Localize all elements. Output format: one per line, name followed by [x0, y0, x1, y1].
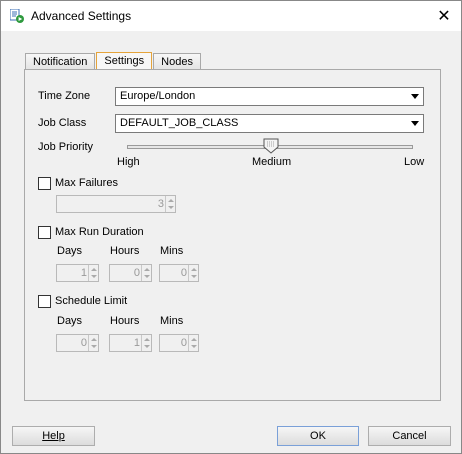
- arrow-up-icon: [144, 338, 150, 341]
- limit-hours-label: Hours: [110, 315, 140, 327]
- arrow-up-icon: [191, 268, 197, 271]
- close-button[interactable]: ✕: [427, 1, 461, 31]
- job-priority-slider-thumb[interactable]: [263, 138, 279, 154]
- window-title: Advanced Settings: [31, 9, 132, 23]
- max-failures-stepper-buttons[interactable]: [165, 196, 175, 212]
- max-run-duration-label: Max Run Duration: [55, 226, 144, 238]
- arrow-down-icon: [191, 275, 197, 278]
- arrow-down-icon: [144, 275, 150, 278]
- tab-nodes[interactable]: Nodes: [153, 53, 201, 70]
- arrow-down-icon: [91, 275, 97, 278]
- duration-mins-value: 0: [180, 267, 187, 279]
- limit-mins-stepper-buttons[interactable]: [188, 335, 198, 351]
- schedule-settings-icon: [10, 9, 24, 23]
- max-run-duration-checkbox[interactable]: [38, 226, 51, 239]
- job-class-value: DEFAULT_JOB_CLASS: [120, 117, 239, 129]
- duration-mins-stepper-buttons[interactable]: [188, 265, 198, 281]
- duration-days-label: Days: [57, 245, 83, 257]
- limit-hours-value: 1: [133, 337, 140, 349]
- limit-hours-stepper-buttons[interactable]: [141, 335, 151, 351]
- chevron-down-icon: [411, 94, 419, 99]
- job-class-label: Job Class: [38, 117, 87, 129]
- arrow-down-icon: [168, 206, 174, 209]
- schedule-limit-label: Schedule Limit: [55, 295, 128, 307]
- tab-settings[interactable]: Settings: [96, 52, 153, 70]
- arrow-up-icon: [144, 268, 150, 271]
- time-zone-value: Europe/London: [120, 90, 196, 102]
- job-priority-label: Job Priority: [38, 141, 94, 153]
- close-icon: ✕: [437, 8, 451, 25]
- duration-mins-stepper[interactable]: 0: [159, 264, 199, 282]
- ok-button[interactable]: OK: [277, 426, 359, 446]
- priority-medium-label: Medium: [252, 156, 292, 168]
- arrow-down-icon: [91, 345, 97, 348]
- duration-hours-value: 0: [133, 267, 140, 279]
- ok-button-label: OK: [310, 430, 326, 442]
- duration-mins-label: Mins: [160, 245, 184, 257]
- limit-days-stepper[interactable]: 0: [56, 334, 99, 352]
- limit-days-stepper-buttons[interactable]: [88, 335, 98, 351]
- help-button[interactable]: Help: [12, 426, 95, 446]
- max-failures-stepper[interactable]: 3: [56, 195, 176, 213]
- chevron-down-icon: [411, 121, 419, 126]
- limit-mins-stepper[interactable]: 0: [159, 334, 199, 352]
- max-failures-value: 3: [157, 198, 164, 210]
- cancel-button-label: Cancel: [392, 430, 427, 442]
- duration-days-stepper-buttons[interactable]: [88, 265, 98, 281]
- limit-days-label: Days: [57, 315, 83, 327]
- tab-strip: Notification Settings Nodes: [25, 52, 202, 70]
- limit-hours-stepper[interactable]: 1: [109, 334, 152, 352]
- duration-hours-stepper[interactable]: 0: [109, 264, 152, 282]
- duration-days-value: 1: [80, 267, 87, 279]
- help-button-label: Help: [42, 430, 65, 442]
- schedule-limit-checkbox[interactable]: [38, 295, 51, 308]
- arrow-up-icon: [91, 268, 97, 271]
- duration-hours-label: Hours: [110, 245, 140, 257]
- cancel-button[interactable]: Cancel: [368, 426, 451, 446]
- limit-mins-value: 0: [180, 337, 187, 349]
- title-bar: Advanced Settings ✕: [1, 1, 461, 31]
- job-class-select[interactable]: DEFAULT_JOB_CLASS: [115, 114, 424, 133]
- advanced-settings-dialog: Advanced Settings ✕ Notification Setting…: [0, 0, 462, 454]
- arrow-down-icon: [191, 345, 197, 348]
- limit-days-value: 0: [80, 337, 87, 349]
- arrow-up-icon: [168, 199, 174, 202]
- time-zone-label: Time Zone: [38, 90, 91, 102]
- max-failures-label: Max Failures: [55, 177, 118, 189]
- arrow-up-icon: [191, 338, 197, 341]
- arrow-up-icon: [91, 338, 97, 341]
- duration-hours-stepper-buttons[interactable]: [141, 265, 151, 281]
- duration-days-stepper[interactable]: 1: [56, 264, 99, 282]
- priority-high-label: High: [117, 156, 140, 168]
- max-failures-checkbox[interactable]: [38, 177, 51, 190]
- tab-notification[interactable]: Notification: [25, 53, 96, 70]
- limit-mins-label: Mins: [160, 315, 184, 327]
- arrow-down-icon: [144, 345, 150, 348]
- priority-low-label: Low: [404, 156, 425, 168]
- time-zone-select[interactable]: Europe/London: [115, 87, 424, 106]
